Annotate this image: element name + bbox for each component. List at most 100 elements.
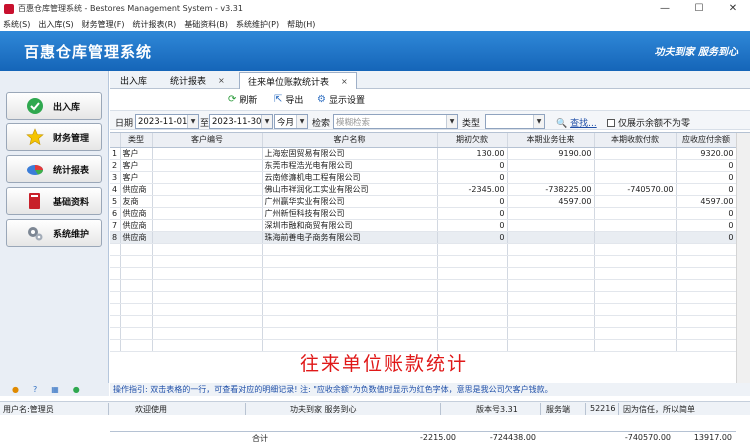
table-cell: 3 <box>110 171 121 184</box>
empty-cell <box>507 315 595 328</box>
table-cell: 供应商 <box>120 183 153 196</box>
find-link[interactable]: 🔍 查找... <box>556 116 597 129</box>
table-row[interactable]: 6 供应商 广州新恒科技有限公司 0 0 <box>110 207 737 220</box>
tab-close-icon[interactable]: × <box>218 76 225 85</box>
refresh-button[interactable]: ⟳ 刷新 <box>228 93 257 106</box>
table-cell: -740570.00 <box>594 183 677 196</box>
operation-hint: 操作指引: 双击表格的一行，可查看对应的明细记录! 注: "应收余额"为负数值时… <box>110 383 750 396</box>
chevron-down-icon[interactable]: ▼ <box>261 115 272 128</box>
column-header[interactable] <box>110 133 121 148</box>
column-header[interactable]: 本期业务往来 <box>507 133 595 148</box>
main-content: 出入库 统计报表 × 往来单位账款统计表 × ⟳ 刷新 ⇱ 导出 ⚙ 显示设置 … <box>110 71 750 443</box>
column-header[interactable]: 客户编号 <box>152 133 263 148</box>
search-input[interactable]: 模糊检索 ▼ <box>333 114 458 129</box>
tab-account-statistics[interactable]: 往来单位账款统计表 × <box>239 72 357 89</box>
table-cell: 0 <box>437 207 508 220</box>
table-cell: 供应商 <box>120 231 153 244</box>
palette-icon[interactable]: ● <box>12 385 19 394</box>
sidebar-item-stock[interactable]: 出入库 <box>6 92 102 120</box>
table-cell: 广州赢华实业有限公司 <box>262 195 438 208</box>
status-motto: 功夫到家 服务到心 <box>290 405 357 414</box>
empty-row <box>110 267 737 280</box>
export-button[interactable]: ⇱ 导出 <box>274 93 303 106</box>
calculator-icon[interactable]: ▦ <box>51 385 59 394</box>
app-icon <box>4 3 14 14</box>
column-header[interactable]: 客户名称 <box>262 133 438 148</box>
menu-maintenance[interactable]: 系统维护(P) <box>236 19 279 30</box>
table-cell <box>152 171 263 184</box>
toolbar: ⟳ 刷新 ⇱ 导出 ⚙ 显示设置 <box>110 90 750 108</box>
menu-bar: 系统(S) 出入库(S) 财务管理(F) 统计报表(R) 基础资料(B) 系统维… <box>0 17 750 31</box>
table-cell: 9320.00 <box>676 147 737 160</box>
table-cell: 佛山市祥润化工实业有限公司 <box>262 183 438 196</box>
column-header[interactable]: 期初欠款 <box>437 133 508 148</box>
table-cell: 东莞市程浩光电有限公司 <box>262 159 438 172</box>
status-service-label: 服务端 <box>546 405 570 414</box>
table-row[interactable]: 1 客户 上海宏固贸易有限公司 130.00 9190.00 9320.00 <box>110 147 737 160</box>
period-select[interactable]: 今月 ▼ <box>274 114 308 129</box>
search-icon: 🔍 <box>556 119 568 129</box>
menu-system[interactable]: 系统(S) <box>3 19 30 30</box>
maximize-button[interactable]: ☐ <box>682 0 716 17</box>
table-row[interactable]: 7 供应商 深圳市融和商贸有限公司 0 0 <box>110 219 737 232</box>
chevron-down-icon[interactable]: ▼ <box>533 115 544 128</box>
table-cell <box>594 195 677 208</box>
date-label: 日期 <box>115 119 134 129</box>
sidebar-footer-icons: ● ? ▦ ● <box>0 383 109 396</box>
column-header[interactable]: 类型 <box>120 133 153 148</box>
help-icon[interactable]: ? <box>33 385 37 394</box>
menu-basic-data[interactable]: 基础资料(B) <box>184 19 228 30</box>
table-row[interactable]: 8 供应商 珠海前善电子商务有限公司 0 0 <box>110 231 737 244</box>
sidebar-item-basic-data[interactable]: 基础资料 <box>6 187 102 215</box>
column-header[interactable]: 本期收款付款 <box>594 133 677 148</box>
display-settings-button[interactable]: ⚙ 显示设置 <box>317 93 365 106</box>
table-row[interactable]: 5 友商 广州赢华实业有限公司 0 4597.00 4597.00 <box>110 195 737 208</box>
type-select[interactable]: ▼ <box>485 114 545 129</box>
menu-finance[interactable]: 财务管理(F) <box>82 19 125 30</box>
empty-cell <box>507 291 595 304</box>
empty-cell <box>676 255 737 268</box>
date-to-field[interactable]: 2023-11-30 ▼ <box>209 114 273 129</box>
table-cell: 0 <box>676 231 737 244</box>
type-label: 类型 <box>462 119 481 129</box>
info-icon[interactable]: ● <box>73 385 80 394</box>
sidebar-item-label: 统计报表 <box>53 165 90 176</box>
vertical-scrollbar[interactable] <box>736 133 750 384</box>
empty-cell <box>120 315 153 328</box>
totals-row: 合计 -2215.00 -724438.00 -740570.00 13917.… <box>110 431 736 443</box>
menu-stock[interactable]: 出入库(S) <box>38 19 73 30</box>
minimize-button[interactable]: — <box>648 0 682 17</box>
slogan: 功夫到家 服务到心 <box>654 47 738 58</box>
chevron-down-icon[interactable]: ▼ <box>187 115 198 128</box>
table-row[interactable]: 3 客户 云南修濂机电工程有限公司 0 0 <box>110 171 737 184</box>
table-row[interactable]: 2 客户 东莞市程浩光电有限公司 0 0 <box>110 159 737 172</box>
table-cell <box>152 219 263 232</box>
nonzero-checkbox[interactable]: 仅展示余额不为零 <box>607 116 690 129</box>
empty-cell <box>110 315 121 328</box>
date-from-field[interactable]: 2023-11-01 ▼ <box>135 114 199 129</box>
sidebar-item-finance[interactable]: 财务管理 <box>6 123 102 151</box>
tab-close-icon[interactable]: × <box>341 77 348 86</box>
tab-reports[interactable]: 统计报表 × <box>162 72 233 89</box>
chevron-down-icon[interactable]: ▼ <box>446 115 457 128</box>
empty-cell <box>262 291 438 304</box>
close-window-button[interactable]: ✕ <box>716 0 750 17</box>
sidebar-item-reports[interactable]: 统计报表 <box>6 155 102 183</box>
table-cell <box>152 231 263 244</box>
column-header[interactable]: 应收应付余额 <box>676 133 737 148</box>
tab-stock[interactable]: 出入库 <box>112 72 155 89</box>
table-cell: 6 <box>110 207 121 220</box>
menu-help[interactable]: 帮助(H) <box>287 19 315 30</box>
table-cell <box>152 195 263 208</box>
table-cell: 0 <box>437 159 508 172</box>
empty-cell <box>437 315 508 328</box>
table-row[interactable]: 4 供应商 佛山市祥润化工实业有限公司 -2345.00 -738225.00 -7405… <box>110 183 737 196</box>
empty-cell <box>110 339 121 352</box>
table-cell <box>594 147 677 160</box>
sidebar-item-label: 财务管理 <box>53 133 90 144</box>
table-cell: 友商 <box>120 195 153 208</box>
table-cell: 0 <box>437 231 508 244</box>
chevron-down-icon[interactable]: ▼ <box>296 115 307 128</box>
sidebar-item-maintenance[interactable]: 系统维护 <box>6 219 102 247</box>
menu-reports[interactable]: 统计报表(R) <box>133 19 177 30</box>
